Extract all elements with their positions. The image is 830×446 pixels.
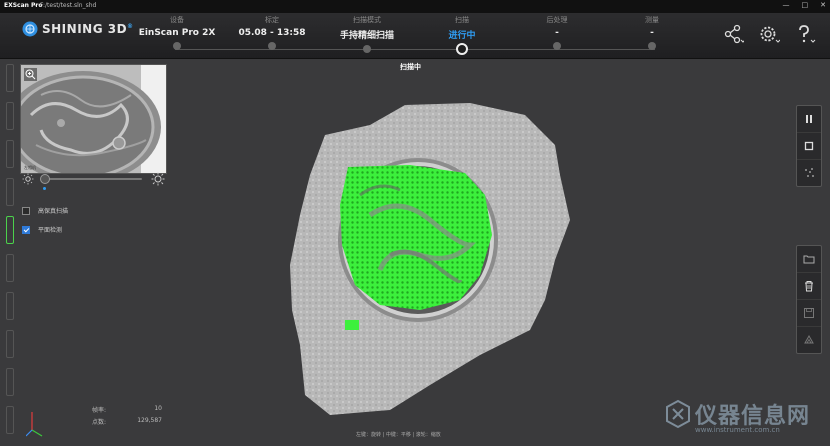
step-post-processing[interactable]: 后处理 - — [517, 15, 597, 50]
settings-gear-icon[interactable] — [758, 23, 780, 45]
camera-image — [21, 65, 166, 173]
step-value: 05.08 - 13:58 — [238, 28, 306, 38]
slider-marker — [43, 187, 46, 190]
brand-name: SHINING 3D® — [42, 22, 134, 36]
brightness-slider-row — [22, 172, 167, 190]
strip-segment — [6, 140, 14, 168]
strip-segment — [6, 64, 14, 92]
point-count-label: 点数: — [92, 419, 107, 426]
watermark-url: www.instrument.com.cn — [695, 426, 780, 434]
step-value: - — [650, 28, 654, 38]
delete-button[interactable] — [797, 273, 821, 300]
save-button[interactable] — [797, 300, 821, 327]
step-calibration[interactable]: 标定 05.08 - 13:58 — [232, 15, 312, 50]
point-count-value: 129,587 — [137, 417, 162, 424]
step-label: 标定 — [265, 16, 279, 24]
strip-segment — [6, 406, 14, 434]
step-scan[interactable]: 扫描 进行中 — [422, 15, 502, 55]
folder-icon — [803, 255, 815, 264]
file-path: F:/test/test.sln_shd — [40, 2, 97, 9]
mesh-icon — [804, 334, 814, 344]
help-icon[interactable] — [794, 23, 816, 45]
frame-rate-value: 10 — [154, 405, 162, 412]
stop-button[interactable] — [797, 133, 821, 160]
share-icon[interactable] — [722, 23, 744, 45]
option-high-fidelity[interactable]: 高保真扫描 — [22, 206, 68, 215]
step-dot — [173, 42, 181, 50]
high-fidelity-checkbox[interactable] — [22, 206, 30, 215]
step-dot-active — [456, 43, 468, 55]
strip-segment — [6, 330, 14, 358]
strip-segment — [6, 102, 14, 130]
save-icon — [804, 308, 814, 318]
step-value: 手持精细扫描 — [339, 31, 394, 41]
mouse-hint: 左键：旋转 | 中键：平移 | 滚轮：缩放 — [356, 432, 441, 438]
close-button[interactable]: ✕ — [820, 1, 826, 9]
brightness-high-icon — [151, 172, 165, 186]
scan-control-panel — [796, 105, 822, 187]
brightness-slider-handle[interactable] — [40, 174, 50, 184]
scan-status: 扫描中 — [400, 63, 421, 71]
frame-rate-label: 帧率: — [92, 407, 107, 414]
pause-icon — [806, 115, 812, 123]
step-value: - — [555, 28, 559, 38]
preview-caption: 左相机 — [24, 165, 36, 170]
strip-segment-active — [6, 216, 14, 244]
zoom-in-icon[interactable] — [24, 68, 37, 81]
scanned-mesh[interactable] — [270, 95, 600, 415]
frame-rate-row: 帧率: 10 — [92, 405, 162, 414]
brand-logo: SHINING 3D® — [22, 21, 134, 37]
step-device[interactable]: 设备 EinScan Pro 2X — [137, 15, 217, 50]
plane-detection-label: 平面检测 — [38, 227, 63, 234]
camera-preview: 左相机 — [20, 64, 167, 174]
strip-segment — [6, 368, 14, 396]
axes-indicator-icon — [26, 412, 43, 437]
plane-detection-checkbox[interactable] — [22, 225, 30, 234]
brightness-low-icon — [22, 173, 34, 185]
high-fidelity-label: 高保真扫描 — [38, 208, 69, 215]
left-scroll-strip — [6, 64, 14, 434]
trash-icon — [805, 281, 813, 292]
app-name: EXScan Pro — [4, 2, 43, 9]
logo-icon — [22, 21, 38, 37]
step-dot — [553, 42, 561, 50]
watermark-logo-icon — [666, 399, 690, 429]
title-bar: EXScan Pro - F:/test/test.sln_shd — □ ✕ — [0, 0, 830, 13]
header-bar: SHINING 3D® 设备 EinScan Pro 2X 标定 05.08 -… — [0, 13, 830, 59]
edit-tools-panel — [796, 245, 822, 354]
point-count-row: 点数: 129,587 — [92, 417, 162, 426]
step-label: 扫描模式 — [353, 16, 381, 24]
step-dot — [363, 45, 371, 53]
3d-viewport[interactable] — [270, 95, 600, 415]
step-label: 测量 — [645, 16, 659, 24]
open-folder-button[interactable] — [797, 246, 821, 273]
step-measure[interactable]: 测量 - — [612, 15, 692, 50]
title-separator: - — [34, 2, 37, 9]
maximize-button[interactable]: □ — [802, 1, 809, 9]
step-label: 后处理 — [546, 16, 568, 24]
strip-segment — [6, 178, 14, 206]
step-dot — [268, 42, 276, 50]
step-label: 扫描 — [455, 16, 469, 24]
brightness-slider-track[interactable] — [42, 178, 142, 180]
step-dot — [648, 42, 656, 50]
step-label: 设备 — [170, 16, 184, 24]
watermark: 仪器信息网 www.instrument.com.cn — [665, 398, 810, 434]
pause-button[interactable] — [797, 106, 821, 133]
mesh-button[interactable] — [797, 327, 821, 353]
point-cloud-button[interactable] — [797, 160, 821, 186]
strip-segment — [6, 292, 14, 320]
point-cloud-icon — [805, 168, 814, 177]
option-plane-detection[interactable]: 平面检测 — [22, 225, 62, 234]
minimize-button[interactable]: — — [783, 1, 790, 9]
step-scan-mode[interactable]: 扫描模式 手持精细扫描 — [327, 15, 407, 53]
step-value: EinScan Pro 2X — [138, 28, 216, 38]
strip-segment — [6, 254, 14, 282]
stop-icon — [804, 141, 814, 151]
step-value: 进行中 — [448, 31, 476, 41]
scan-stats: 帧率: 10 点数: 129,587 — [92, 405, 162, 429]
